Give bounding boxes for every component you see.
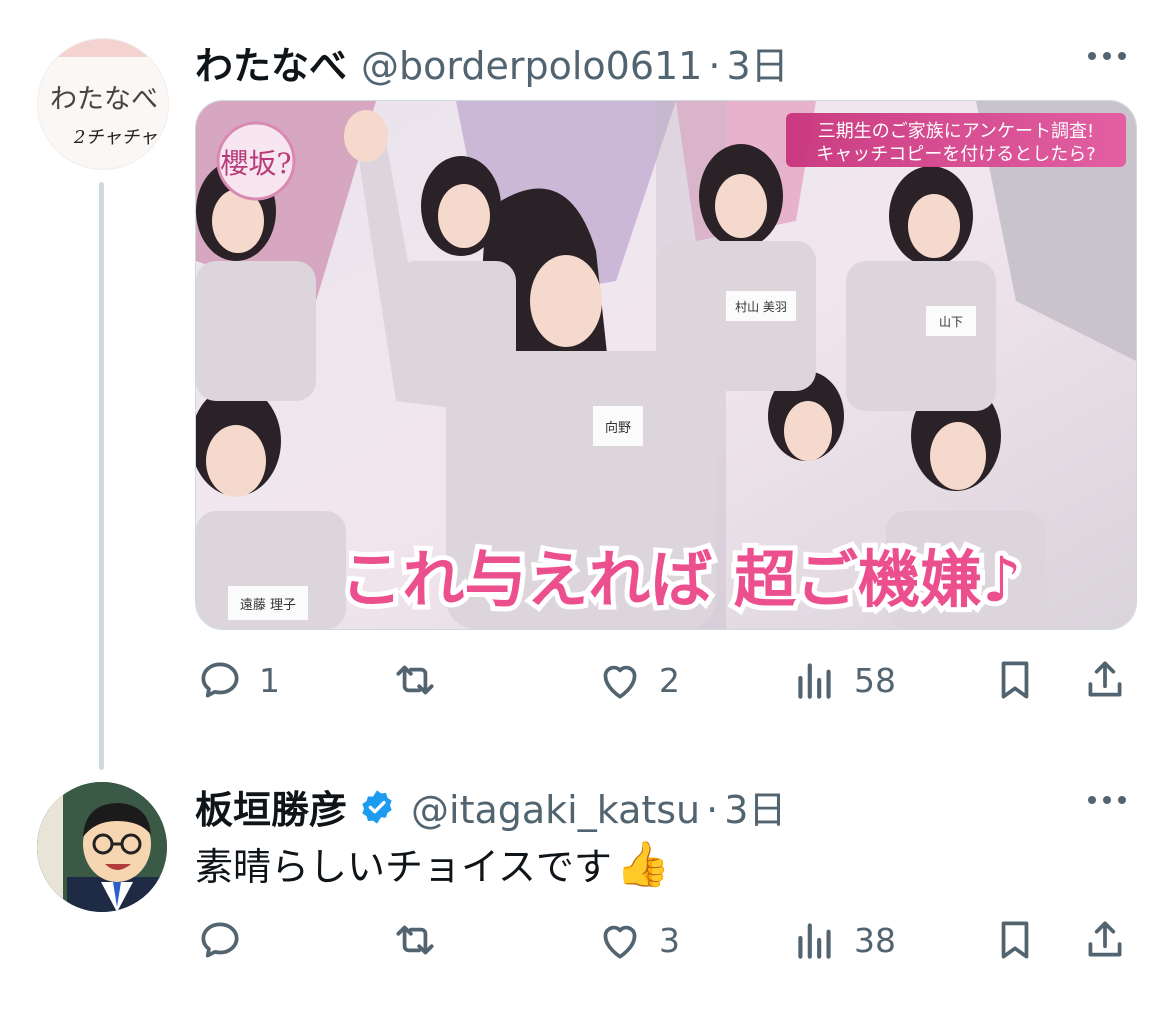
reply-icon: [201, 662, 239, 698]
views-count: 38: [854, 920, 896, 960]
avatar-text-line2: 2チャチャ: [74, 127, 158, 148]
name-tag-yamashita: 山下: [939, 315, 963, 329]
timestamp[interactable]: 3日: [724, 779, 786, 834]
views-icon: [798, 923, 831, 959]
video-subtitle: これ与えれば 超ご機嫌♪: [340, 543, 1021, 616]
share-button[interactable]: [1080, 650, 1130, 710]
tweet2-text: 素晴らしいチョイスです 👍: [195, 836, 671, 891]
display-name[interactable]: 板垣勝彦: [195, 779, 347, 834]
like-button[interactable]: 3: [595, 910, 680, 970]
thumbs-up-emoji-icon: 👍: [615, 838, 671, 890]
timestamp[interactable]: 3日: [726, 35, 788, 90]
bookmark-icon: [1001, 661, 1029, 699]
name-tag-murayama: 村山 美羽: [735, 300, 787, 314]
like-count: 2: [659, 660, 680, 700]
show-logo-text: 櫻坂?: [220, 147, 291, 180]
tweet-body: 素晴らしいチョイスです: [195, 845, 612, 889]
separator-dot: ·: [708, 44, 721, 88]
like-button[interactable]: 2: [595, 650, 680, 710]
views-count: 58: [854, 660, 896, 700]
tweet1-action-bar: 1 2 58: [195, 650, 1135, 710]
avatar-itagaki[interactable]: [37, 782, 167, 912]
bookmark-button[interactable]: [990, 910, 1040, 970]
share-button[interactable]: [1080, 910, 1130, 970]
reply-count: 1: [259, 660, 280, 700]
user-handle[interactable]: @borderpolo0611: [361, 44, 702, 88]
views-button[interactable]: 58: [790, 650, 896, 710]
retweet-button[interactable]: [390, 650, 454, 710]
reply-icon: [201, 922, 239, 958]
retweet-button[interactable]: [390, 910, 454, 970]
retweet-icon: [396, 665, 434, 695]
tweet2-action-bar: 3 38: [195, 910, 1135, 970]
bookmark-button[interactable]: [990, 650, 1040, 710]
avatar-watanabe[interactable]: わたなべ 2チャチャ: [37, 38, 169, 170]
verified-badge-icon[interactable]: [357, 787, 397, 827]
tweet1-header: わたなべ @borderpolo0611 · 3日: [195, 35, 789, 90]
thread-connector-line: [99, 182, 104, 770]
caption-line1: 三期生のご家族にアンケート調査!: [818, 121, 1095, 142]
like-icon: [603, 665, 637, 699]
tweet-media-image[interactable]: 櫻坂? 三期生のご家族にアンケート調査! キャッチコピーを付けるとしたら? 向野…: [195, 100, 1137, 630]
name-tag-endo: 遠藤 理子: [240, 598, 296, 613]
tweet2-header: 板垣勝彦 @itagaki_katsu · 3日: [195, 779, 786, 834]
user-handle[interactable]: @itagaki_katsu: [411, 788, 700, 832]
views-button[interactable]: 38: [790, 910, 896, 970]
more-icon[interactable]: [1088, 52, 1126, 60]
more-icon[interactable]: [1088, 796, 1126, 804]
name-tag-mukaino: 向野: [605, 420, 631, 436]
avatar-top-band: [38, 39, 168, 57]
views-icon: [798, 663, 831, 699]
avatar-text-line1: わたなべ: [50, 84, 158, 115]
like-count: 3: [659, 920, 680, 960]
like-icon: [603, 925, 637, 959]
separator-dot: ·: [706, 788, 719, 832]
caption-line2: キャッチコピーを付けるとしたら?: [816, 144, 1096, 165]
retweet-icon: [396, 925, 434, 955]
share-icon: [1088, 921, 1122, 957]
reply-button[interactable]: 1: [195, 650, 280, 710]
bookmark-icon: [1001, 921, 1029, 959]
display-name[interactable]: わたなべ: [195, 35, 347, 90]
share-icon: [1088, 661, 1122, 697]
media-scene: 櫻坂? 三期生のご家族にアンケート調査! キャッチコピーを付けるとしたら? 向野…: [196, 101, 1136, 629]
reply-button[interactable]: [195, 910, 259, 970]
avatar-illustration: [37, 782, 167, 912]
